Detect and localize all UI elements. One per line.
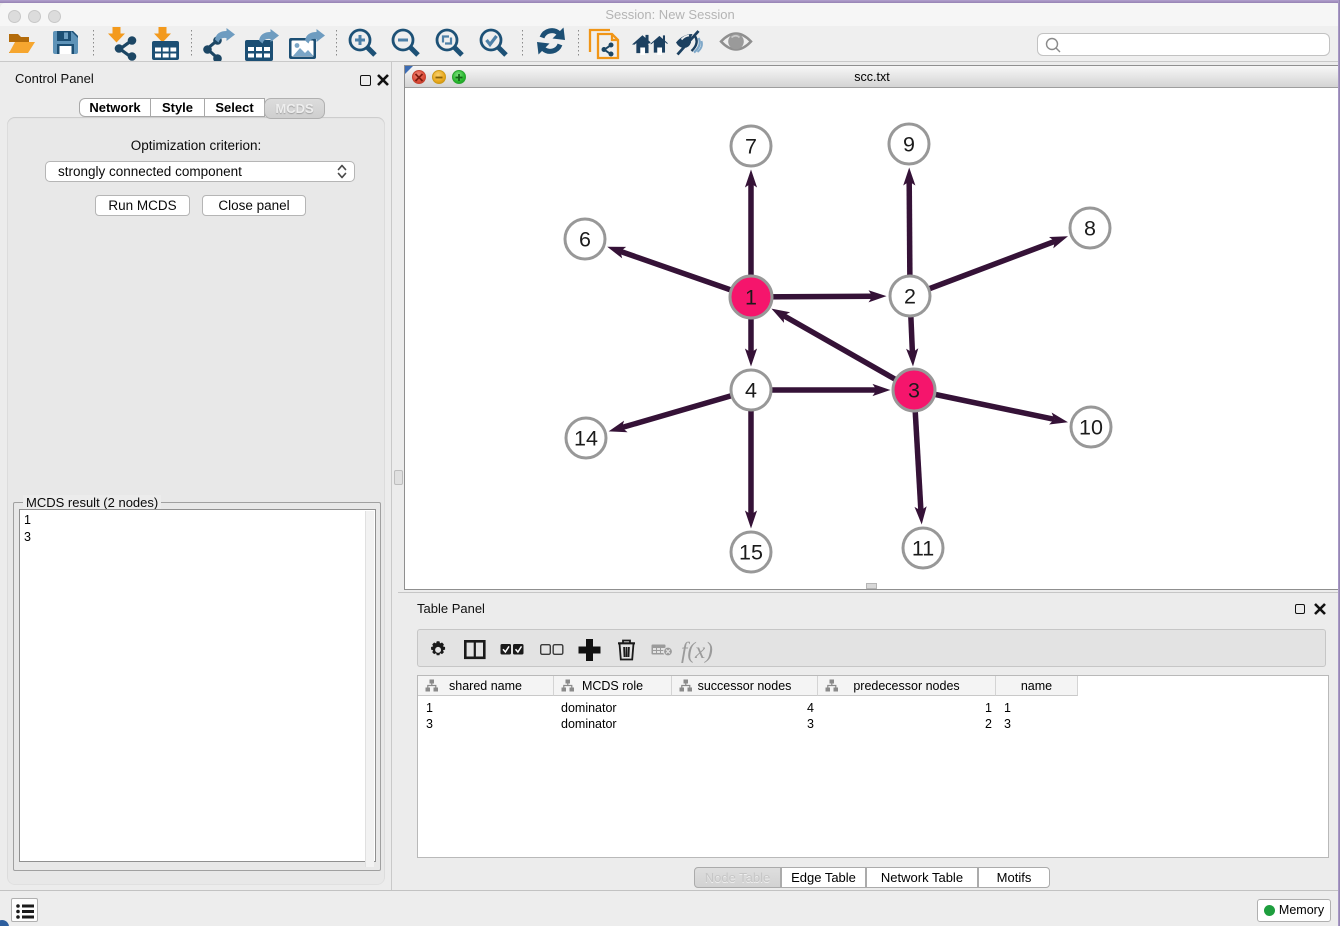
svg-text:9: 9	[903, 133, 915, 157]
svg-text:14: 14	[574, 427, 598, 451]
svg-text:10: 10	[1079, 416, 1103, 440]
svg-text:15: 15	[739, 541, 763, 565]
svg-text:2: 2	[904, 285, 916, 309]
svg-text:1: 1	[745, 286, 757, 310]
svg-text:7: 7	[745, 135, 757, 159]
svg-text:f(x): f(x)	[681, 638, 713, 663]
svg-text:8: 8	[1084, 217, 1096, 241]
svg-text:6: 6	[579, 228, 591, 252]
svg-text:3: 3	[908, 379, 920, 403]
svg-text:4: 4	[745, 379, 757, 403]
svg-text:11: 11	[912, 537, 934, 561]
